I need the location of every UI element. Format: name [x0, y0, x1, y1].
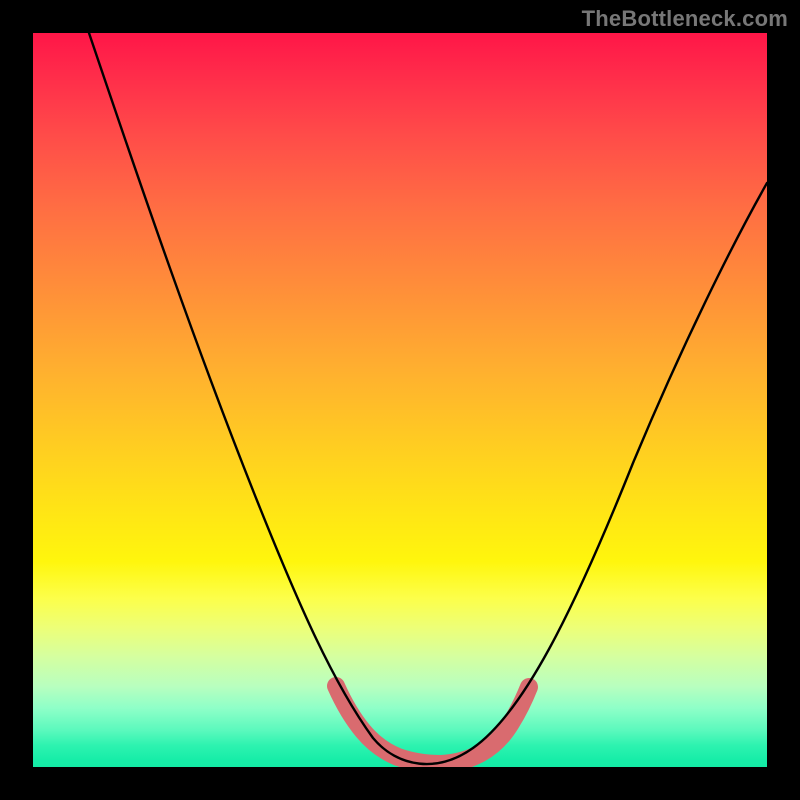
bottleneck-curve	[89, 33, 767, 764]
watermark-label: TheBottleneck.com	[582, 6, 788, 32]
curve-overlay	[33, 33, 767, 767]
gradient-plot-area	[33, 33, 767, 767]
chart-frame: TheBottleneck.com	[0, 0, 800, 800]
